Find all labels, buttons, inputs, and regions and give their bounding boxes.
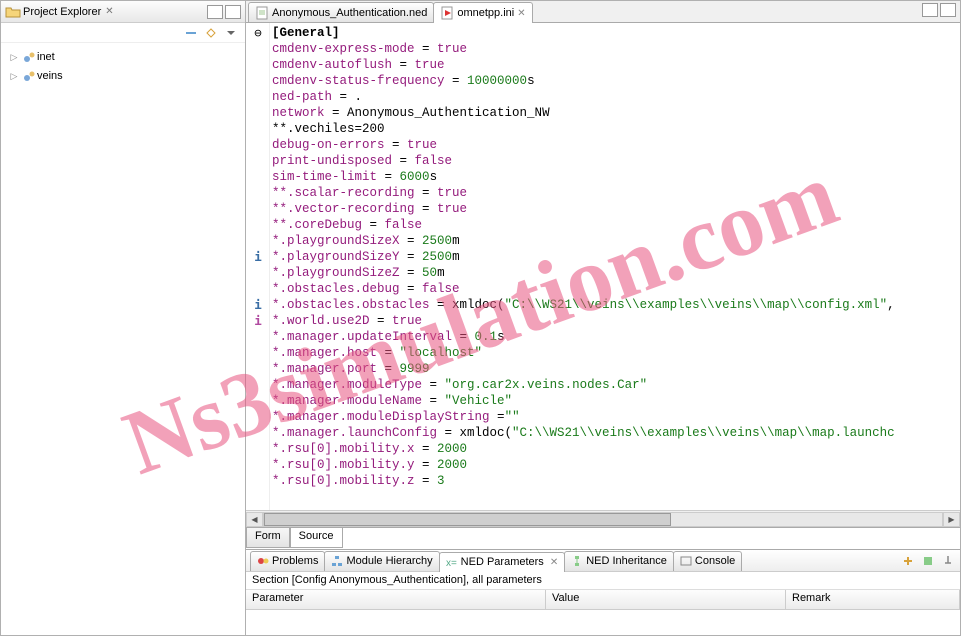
tab-source[interactable]: Source <box>290 528 343 548</box>
scroll-left-icon[interactable]: ◀ <box>246 512 263 527</box>
minimize-button[interactable] <box>207 5 223 19</box>
collapse-all-icon[interactable] <box>183 25 199 41</box>
svg-text:x=: x= <box>446 558 457 568</box>
maximize-button[interactable] <box>940 3 956 17</box>
link-editor-icon[interactable] <box>203 25 219 41</box>
scroll-thumb[interactable] <box>264 513 671 526</box>
text-editor[interactable]: ⊖iii [General]cmdenv-express-mode = true… <box>246 23 960 510</box>
tree-item[interactable]: ▷ inet <box>7 48 245 66</box>
ini-file-icon <box>440 6 454 20</box>
editor-gutter[interactable]: ⊖iii <box>246 23 270 510</box>
tab-label: Anonymous_Authentication.ned <box>272 7 427 19</box>
inheritance-icon <box>571 555 583 567</box>
tree-item[interactable]: ▷ veins <box>7 67 245 85</box>
editor-panel: Anonymous_Authentication.ned omnetpp.ini… <box>246 0 961 636</box>
parameters-table-header: Parameter Value Remark <box>246 590 960 610</box>
project-tree[interactable]: ▷ inet ▷ veins <box>1 43 245 635</box>
tab-ned-parameters[interactable]: x=NED Parameters✕ <box>439 552 566 572</box>
problems-icon <box>257 555 269 567</box>
editor-page-tabs: Form Source <box>246 527 960 549</box>
close-icon[interactable]: ✕ <box>105 6 113 17</box>
project-icon <box>21 68 37 84</box>
pin-icon[interactable] <box>940 553 956 569</box>
scroll-right-icon[interactable]: ▶ <box>943 512 960 527</box>
project-icon <box>21 49 37 65</box>
expand-arrow-icon[interactable]: ▷ <box>7 71 21 82</box>
info-marker-icon[interactable]: i <box>250 297 266 313</box>
ned-file-icon <box>255 6 269 20</box>
parameters-section-label: Section [Config Anonymous_Authentication… <box>246 572 960 590</box>
view-header: Project Explorer ✕ <box>1 1 245 23</box>
horizontal-scrollbar[interactable]: ◀ ▶ <box>246 510 960 527</box>
editor-tab-ini[interactable]: omnetpp.ini ✕ <box>433 2 532 23</box>
editor-tab-bar: Anonymous_Authentication.ned omnetpp.ini… <box>246 1 960 23</box>
bottom-view-stack: Problems Module Hierarchy x=NED Paramete… <box>246 549 960 635</box>
minimize-button[interactable] <box>922 3 938 17</box>
hierarchy-icon <box>331 555 343 567</box>
column-value[interactable]: Value <box>546 590 786 609</box>
toolbar-icon[interactable] <box>900 553 916 569</box>
view-menu-icon[interactable] <box>223 25 239 41</box>
project-explorer-view: Project Explorer ✕ ▷ inet ▷ veins <box>0 0 246 636</box>
info-marker-icon[interactable]: i <box>250 249 266 265</box>
code-area[interactable]: [General]cmdenv-express-mode = truecmden… <box>270 23 960 510</box>
view-title: Project Explorer <box>23 6 101 18</box>
column-parameter[interactable]: Parameter <box>246 590 546 609</box>
tab-console[interactable]: Console <box>673 551 742 571</box>
expand-arrow-icon[interactable]: ▷ <box>7 52 21 63</box>
tree-item-label: veins <box>37 70 63 82</box>
parameters-icon: x= <box>446 556 458 568</box>
tab-problems[interactable]: Problems <box>250 551 325 571</box>
tab-label: omnetpp.ini <box>457 7 514 19</box>
tab-ned-inheritance[interactable]: NED Inheritance <box>564 551 674 571</box>
editor-tab-ned[interactable]: Anonymous_Authentication.ned <box>248 2 434 22</box>
close-icon[interactable]: ✕ <box>550 557 558 568</box>
folder-icon <box>5 4 21 20</box>
tab-form[interactable]: Form <box>246 528 290 548</box>
console-icon <box>680 555 692 567</box>
warning-marker-icon[interactable]: i <box>250 313 266 329</box>
close-icon[interactable]: ✕ <box>517 8 525 19</box>
maximize-button[interactable] <box>225 5 241 19</box>
fold-icon[interactable]: ⊖ <box>250 25 266 41</box>
tree-item-label: inet <box>37 51 55 63</box>
explorer-toolbar <box>1 23 245 43</box>
tab-module-hierarchy[interactable]: Module Hierarchy <box>324 551 439 571</box>
toolbar-icon[interactable] <box>920 553 936 569</box>
column-remark[interactable]: Remark <box>786 590 960 609</box>
scroll-track[interactable] <box>263 512 943 527</box>
bottom-tab-bar: Problems Module Hierarchy x=NED Paramete… <box>246 550 960 572</box>
